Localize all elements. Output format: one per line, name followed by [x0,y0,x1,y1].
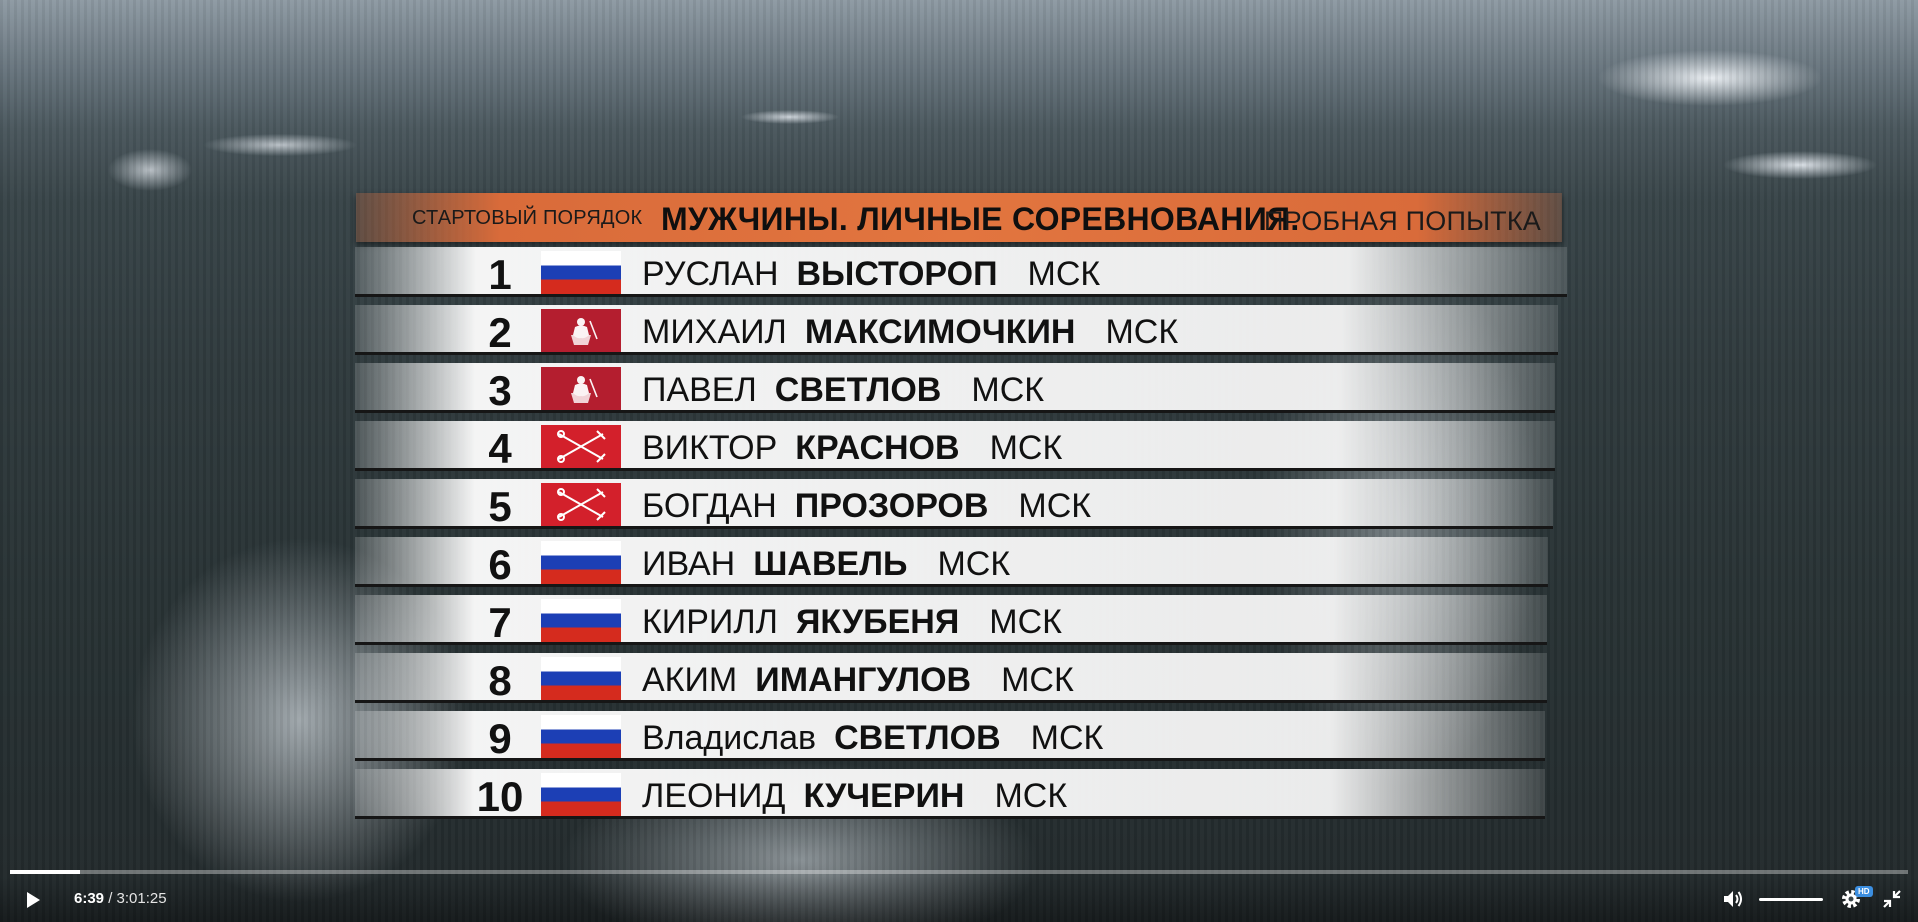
moscow-flag-icon [541,367,621,410]
athlete-region: МСК [1105,313,1179,351]
russia-flag-icon [541,541,621,584]
athlete-name: РУСЛАН ВЫСТОРОП МСК [642,255,1100,294]
start-number: 2 [488,309,512,356]
moscow-flag-icon [541,309,621,352]
athlete-last-name: ШАВЕЛЬ [753,545,908,583]
athlete-region: МСК [971,371,1045,409]
start-number: 4 [488,425,512,472]
athlete-last-name: СВЕТЛОВ [774,371,942,409]
header-subtitle: ПРОБНАЯ ПОПЫТКА [1264,206,1541,236]
spb-flag-icon [541,425,621,468]
video-controls: 6:39 / 3:01:25 HD [0,876,1918,922]
athlete-name: ИВАН ШАВЕЛЬ МСК [642,545,1010,584]
athlete-row: 2 МИХАИЛ МАКСИМОЧКИН МСК [355,305,1558,356]
russia-flag-icon [541,251,621,294]
progress-fill [10,870,81,874]
athlete-first-name: БОГДАН [642,487,777,525]
athlete-last-name: ВЫСТОРОП [796,255,998,293]
athlete-first-name: ЛЕОНИД [642,777,786,815]
start-number: 1 [488,251,512,298]
start-number: 9 [488,715,512,762]
time-separator: / [104,890,117,907]
athlete-last-name: КРАСНОВ [795,429,960,467]
exit-fullscreen-icon[interactable] [1881,888,1903,910]
athlete-row: 8 АКИМ ИМАНГУЛОВ МСК [355,653,1547,704]
athlete-first-name: РУСЛАН [642,255,779,293]
athlete-region: МСК [989,429,1063,467]
start-number: 6 [488,541,512,588]
header-title: МУЖЧИНЫ. ЛИЧНЫЕ СОРЕВНОВАНИЯ. [661,201,1300,237]
athlete-last-name: КУЧЕРИН [803,777,965,815]
athlete-region: МСК [1027,255,1101,293]
athlete-first-name: ПАВЕЛ [642,371,757,409]
athlete-first-name: ВИКТОР [642,429,778,467]
start-number: 7 [488,599,512,646]
athlete-name: КИРИЛЛ ЯКУБЕНЯ МСК [642,603,1062,642]
athlete-first-name: КИРИЛЛ [642,603,778,641]
athlete-region: МСК [1030,719,1104,757]
athlete-row: 9 Владислав СВЕТЛОВ МСК [355,711,1545,762]
russia-flag-icon [541,773,621,816]
volume-slider[interactable] [1759,898,1823,901]
athlete-first-name: АКИМ [642,661,738,699]
current-time: 6:39 [74,890,105,907]
quality-badge: HD [1855,886,1873,897]
time-display: 6:39 / 3:01:25 [74,890,167,907]
athlete-region: МСК [1001,661,1074,699]
start-number: 3 [488,367,512,414]
athlete-region: МСК [989,603,1062,641]
russia-flag-icon [541,715,621,758]
duration: 3:01:25 [116,890,167,907]
athlete-last-name: СВЕТЛОВ [834,719,1001,757]
athlete-row: 6 ИВАН ШАВЕЛЬ МСК [355,537,1548,588]
athlete-row: 5 БОГДАН ПРОЗОРОВ МСК [355,479,1553,530]
start-number: 10 [476,773,524,820]
athlete-row: 10 ЛЕОНИД КУЧЕРИН МСК [355,769,1545,820]
athlete-first-name: МИХАИЛ [642,313,787,351]
volume-icon[interactable] [1722,888,1746,910]
athlete-row: 1 РУСЛАН ВЫСТОРОП МСК [355,247,1567,298]
athlete-name: МИХАИЛ МАКСИМОЧКИН МСК [642,313,1178,352]
athlete-region: МСК [1018,487,1092,525]
athlete-row: 4 ВИКТОР КРАСНОВ МСК [355,421,1555,472]
athlete-last-name: ИМАНГУЛОВ [755,661,972,699]
spb-flag-icon [541,483,621,526]
athlete-last-name: МАКСИМОЧКИН [804,313,1076,351]
athlete-name: ВИКТОР КРАСНОВ МСК [642,429,1062,468]
russia-flag-icon [541,657,621,700]
athlete-name: БОГДАН ПРОЗОРОВ МСК [642,487,1091,526]
athlete-row: 3 ПАВЕЛ СВЕТЛОВ МСК [355,363,1555,414]
play-icon[interactable] [22,889,44,911]
athlete-row: 7 КИРИЛЛ ЯКУБЕНЯ МСК [355,595,1547,646]
athlete-name: Владислав СВЕТЛОВ МСК [642,719,1103,758]
athlete-name: ПАВЕЛ СВЕТЛОВ МСК [642,371,1044,410]
athlete-last-name: ПРОЗОРОВ [794,487,989,525]
start-number: 8 [488,657,512,704]
athlete-region: МСК [937,545,1011,583]
athlete-first-name: ИВАН [642,545,736,583]
header-label: СТАРТОВЫЙ ПОРЯДОК [412,207,643,229]
start-list-header: СТАРТОВЫЙ ПОРЯДОК МУЖЧИНЫ. ЛИЧНЫЕ СОРЕВН… [356,193,1562,242]
athlete-name: ЛЕОНИД КУЧЕРИН МСК [642,777,1067,816]
progress-bar[interactable] [10,870,1908,874]
athlete-region: МСК [994,777,1068,815]
athlete-last-name: ЯКУБЕНЯ [795,603,960,641]
athlete-name: АКИМ ИМАНГУЛОВ МСК [642,661,1074,700]
athlete-first-name: Владислав [642,719,817,757]
russia-flag-icon [541,599,621,642]
start-number: 5 [488,483,512,530]
start-list-graphic: СТАРТОВЫЙ ПОРЯДОК МУЖЧИНЫ. ЛИЧНЫЕ СОРЕВН… [0,0,1918,922]
